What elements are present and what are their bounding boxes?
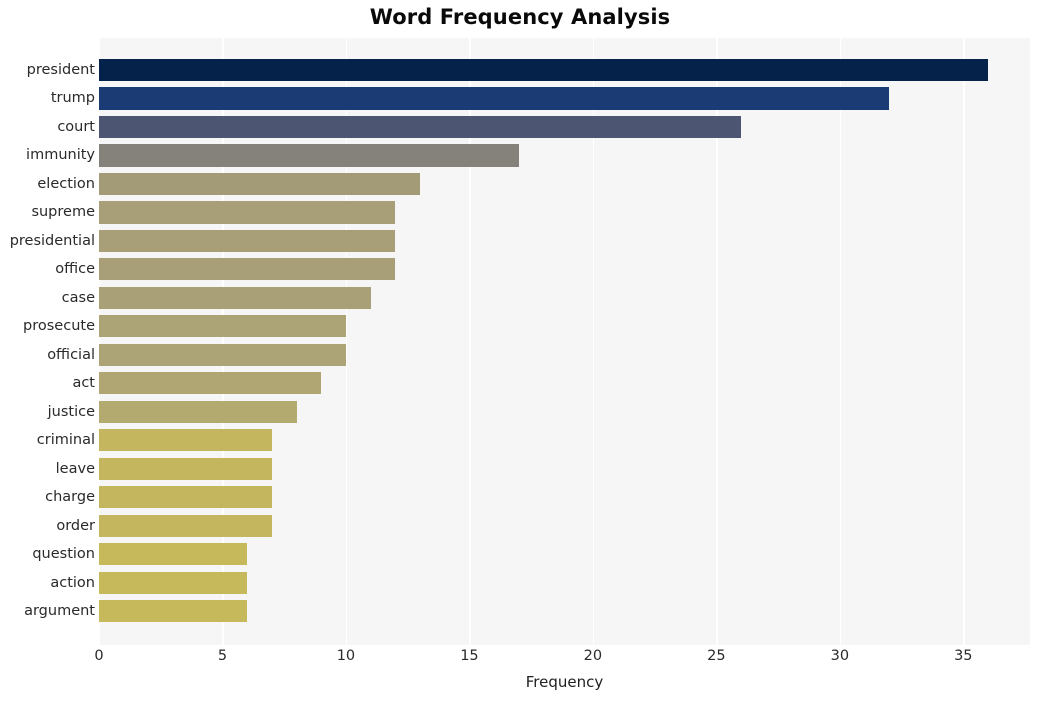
bar-supreme[interactable]	[99, 201, 396, 224]
bar-criminal[interactable]	[99, 429, 272, 452]
y-tick-label-order: order	[56, 517, 95, 534]
bar-row	[99, 398, 1030, 426]
bar-question[interactable]	[99, 543, 248, 566]
bar-trump[interactable]	[99, 87, 890, 110]
y-tick-label-office: office	[55, 261, 95, 278]
bar-row	[99, 84, 1030, 112]
y-tick-label-leave: leave	[55, 460, 95, 477]
bar-argument[interactable]	[99, 600, 248, 623]
bar-row	[99, 369, 1030, 397]
bar-prosecute[interactable]	[99, 315, 346, 338]
plot-area	[99, 38, 1030, 645]
bar-election[interactable]	[99, 172, 421, 195]
bar-row	[99, 113, 1030, 141]
x-tick-label-30: 30	[830, 648, 850, 664]
x-tick-label-15: 15	[460, 648, 479, 664]
x-tick-label-25: 25	[707, 648, 726, 664]
bar-row	[99, 312, 1030, 340]
bar-row	[99, 255, 1030, 283]
bar-row	[99, 227, 1030, 255]
y-axis-tick-labels: president trump court immunity election supre…	[0, 38, 95, 645]
y-tick-label-supreme: supreme	[31, 204, 95, 221]
chart-figure: Word Frequency Analysis president trump co…	[0, 0, 1040, 701]
bar-row	[99, 455, 1030, 483]
bar-row	[99, 198, 1030, 226]
y-tick-label-argument: argument	[24, 603, 95, 620]
y-tick-label-prosecute: prosecute	[23, 318, 95, 335]
bar-row	[99, 56, 1030, 84]
bar-justice[interactable]	[99, 400, 297, 423]
bar-row	[99, 569, 1030, 597]
bar-row	[99, 483, 1030, 511]
y-tick-label-president: president	[26, 61, 95, 78]
y-tick-label-charge: charge	[45, 489, 95, 506]
y-tick-label-justice: justice	[47, 403, 95, 420]
bar-action[interactable]	[99, 571, 248, 594]
y-tick-label-question: question	[32, 546, 95, 563]
y-tick-label-election: election	[37, 175, 95, 192]
bar-case[interactable]	[99, 286, 371, 309]
bar-presidential[interactable]	[99, 229, 396, 252]
bar-row	[99, 170, 1030, 198]
y-tick-label-action: action	[50, 574, 95, 591]
y-tick-label-official: official	[47, 346, 95, 363]
x-tick-label-35: 35	[954, 648, 973, 664]
bar-row	[99, 597, 1030, 625]
bar-office[interactable]	[99, 258, 396, 281]
bar-row	[99, 426, 1030, 454]
bar-leave[interactable]	[99, 457, 272, 480]
y-tick-label-immunity: immunity	[26, 147, 95, 164]
x-axis-label: Frequency	[525, 673, 604, 691]
y-tick-label-act: act	[72, 375, 95, 392]
bar-row	[99, 141, 1030, 169]
x-tick-label-20: 20	[583, 648, 603, 664]
bar-row	[99, 284, 1030, 312]
chart-title: Word Frequency Analysis	[369, 5, 671, 29]
y-tick-label-presidential: presidential	[9, 232, 95, 249]
bar-immunity[interactable]	[99, 144, 519, 167]
bar-court[interactable]	[99, 115, 742, 138]
y-tick-label-criminal: criminal	[36, 432, 95, 449]
bar-row	[99, 341, 1030, 369]
bars-container	[99, 38, 1030, 645]
y-tick-label-court: court	[57, 118, 95, 135]
y-tick-label-trump: trump	[50, 90, 95, 107]
x-tick-label-0: 0	[94, 648, 104, 664]
bar-official[interactable]	[99, 343, 346, 366]
x-axis-tick-labels: 0 5 10 15 20 25 30 35	[94, 648, 1030, 674]
bar-order[interactable]	[99, 514, 272, 537]
x-tick-label-5: 5	[217, 648, 228, 664]
x-tick-label-10: 10	[336, 648, 356, 664]
bar-act[interactable]	[99, 372, 322, 395]
y-tick-label-case: case	[61, 289, 95, 306]
bar-row	[99, 540, 1030, 568]
bar-row	[99, 512, 1030, 540]
bar-charge[interactable]	[99, 486, 272, 509]
bar-president[interactable]	[99, 58, 989, 81]
